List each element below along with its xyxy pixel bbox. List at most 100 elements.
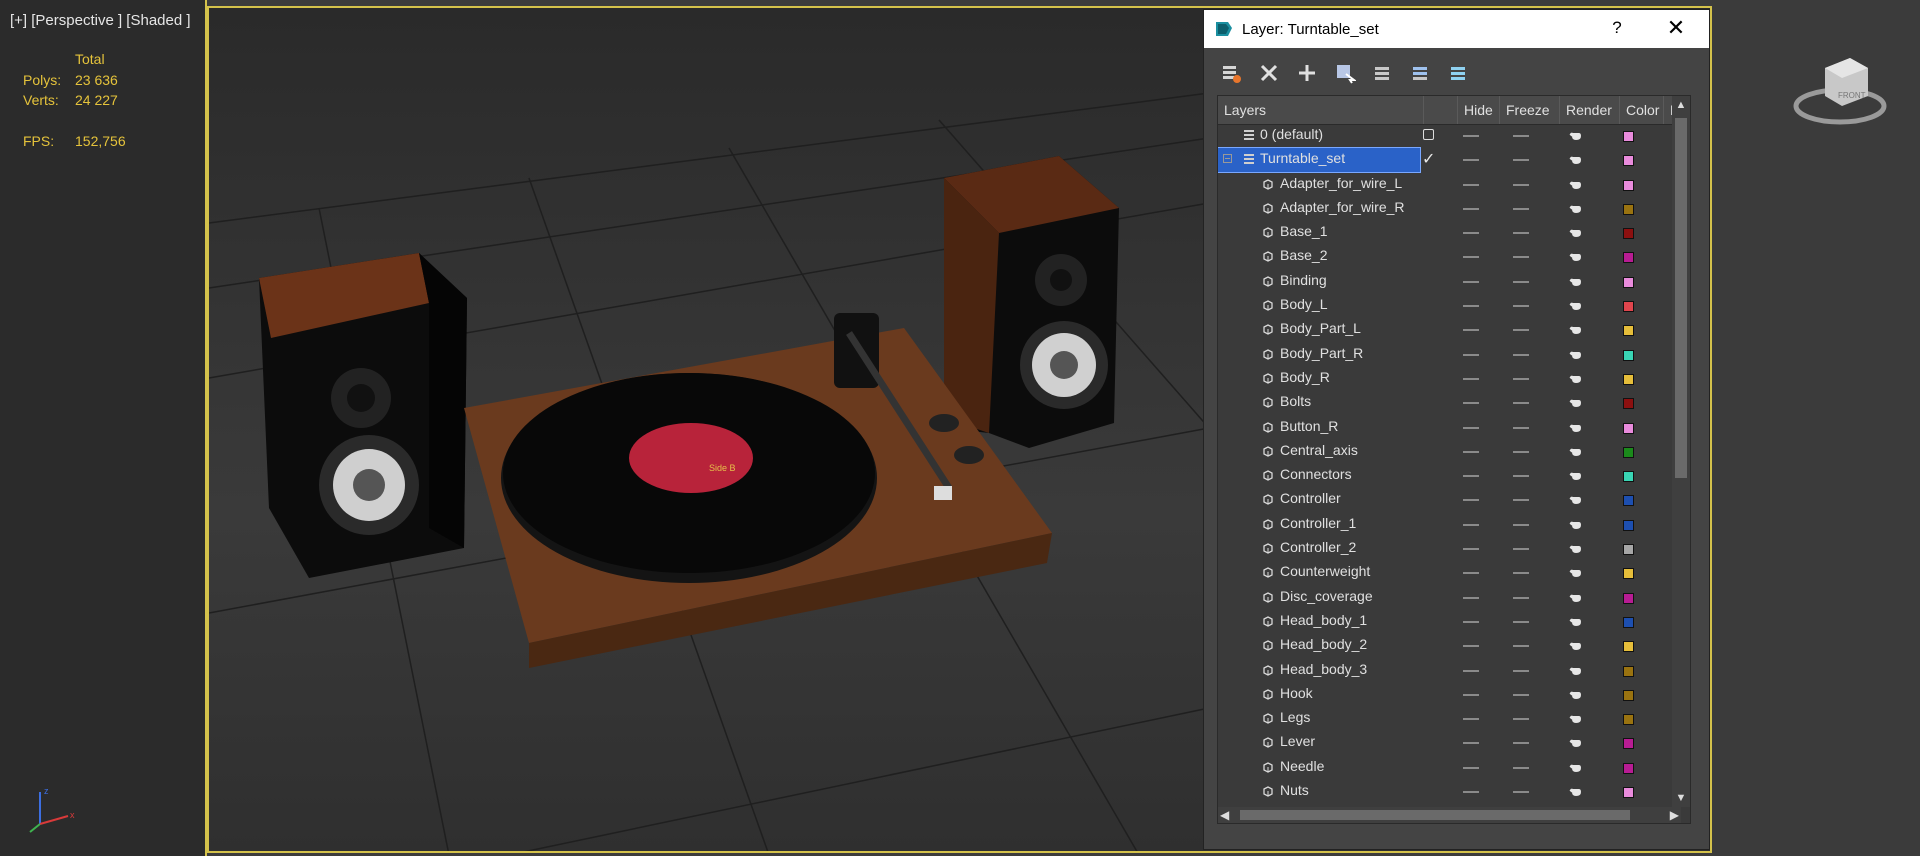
hide-toggle[interactable] bbox=[1463, 620, 1479, 623]
object-row[interactable]: Body_Part_R bbox=[1218, 343, 1681, 367]
freeze-toggle[interactable] bbox=[1513, 426, 1529, 429]
layer-name[interactable]: Body_L bbox=[1280, 296, 1327, 312]
object-row[interactable]: Controller_2 bbox=[1218, 537, 1681, 561]
freeze-toggle[interactable] bbox=[1513, 305, 1529, 308]
layer-color-swatch[interactable] bbox=[1623, 519, 1634, 531]
object-row[interactable]: Head_body_1 bbox=[1218, 610, 1681, 634]
layer-color-swatch[interactable] bbox=[1623, 544, 1634, 556]
layer-name[interactable]: Adapter_for_wire_L bbox=[1280, 175, 1402, 191]
render-teapot-icon[interactable] bbox=[1569, 179, 1583, 190]
horizontal-scrollbar[interactable]: ◀ ▶ bbox=[1218, 807, 1681, 823]
layer-color-swatch[interactable] bbox=[1623, 203, 1634, 215]
layer-color-swatch[interactable] bbox=[1623, 131, 1634, 142]
layer-name[interactable]: Binding bbox=[1280, 272, 1327, 288]
freeze-toggle[interactable] bbox=[1513, 523, 1529, 526]
freeze-toggle[interactable] bbox=[1513, 475, 1529, 478]
column-render[interactable]: Render bbox=[1560, 96, 1620, 124]
hide-toggle[interactable] bbox=[1463, 183, 1479, 186]
left-viewport[interactable]: [+] [Perspective ] [Shaded ] Total Polys… bbox=[0, 0, 207, 856]
hide-toggle[interactable] bbox=[1463, 499, 1479, 502]
column-hide[interactable]: Hide bbox=[1458, 96, 1500, 124]
layer-name[interactable]: Disc_coverage bbox=[1280, 588, 1373, 604]
render-teapot-icon[interactable] bbox=[1569, 130, 1583, 141]
object-row[interactable]: Central_axis bbox=[1218, 440, 1681, 464]
viewcube-icon[interactable]: FRONT bbox=[1790, 48, 1890, 128]
layer-name[interactable]: Head_body_2 bbox=[1280, 636, 1367, 652]
layer-name[interactable]: Controller_2 bbox=[1280, 539, 1356, 555]
layer-color-swatch[interactable] bbox=[1623, 446, 1634, 458]
render-teapot-icon[interactable] bbox=[1569, 543, 1583, 554]
layer-row[interactable]: Turntable_set ✓ bbox=[1218, 147, 1681, 174]
object-row[interactable]: Lever bbox=[1218, 731, 1681, 755]
layer-color-swatch[interactable] bbox=[1623, 471, 1634, 483]
layer-name[interactable]: Body_Part_R bbox=[1280, 345, 1363, 361]
render-teapot-icon[interactable] bbox=[1569, 154, 1583, 165]
freeze-toggle[interactable] bbox=[1513, 183, 1529, 186]
render-teapot-icon[interactable] bbox=[1569, 373, 1583, 384]
layer-name[interactable]: Connectors bbox=[1280, 466, 1352, 482]
layer-color-swatch[interactable] bbox=[1623, 689, 1634, 701]
hide-toggle[interactable] bbox=[1463, 791, 1479, 794]
freeze-all-button[interactable] bbox=[1446, 60, 1472, 86]
object-row[interactable]: Connectors bbox=[1218, 464, 1681, 488]
render-teapot-icon[interactable] bbox=[1569, 227, 1583, 238]
freeze-toggle[interactable] bbox=[1513, 402, 1529, 405]
hide-toggle[interactable] bbox=[1463, 548, 1479, 551]
object-row[interactable]: Adapter_for_wire_R bbox=[1218, 197, 1681, 221]
add-to-layer-button[interactable] bbox=[1294, 60, 1320, 86]
layer-color-swatch[interactable] bbox=[1623, 155, 1634, 167]
layer-color-swatch[interactable] bbox=[1623, 325, 1634, 337]
freeze-toggle[interactable] bbox=[1513, 377, 1529, 380]
render-teapot-icon[interactable] bbox=[1569, 665, 1583, 676]
freeze-toggle[interactable] bbox=[1513, 207, 1529, 210]
hide-toggle[interactable] bbox=[1463, 426, 1479, 429]
layer-color-swatch[interactable] bbox=[1623, 495, 1634, 507]
hide-toggle[interactable] bbox=[1463, 135, 1479, 137]
freeze-toggle[interactable] bbox=[1513, 450, 1529, 453]
current-layer-toggle[interactable] bbox=[1423, 129, 1434, 140]
render-teapot-icon[interactable] bbox=[1569, 786, 1583, 797]
close-button[interactable]: ✕ bbox=[1661, 15, 1691, 41]
layer-name[interactable]: Bolts bbox=[1280, 393, 1311, 409]
hide-toggle[interactable] bbox=[1463, 353, 1479, 356]
hide-toggle[interactable] bbox=[1463, 669, 1479, 672]
render-teapot-icon[interactable] bbox=[1569, 592, 1583, 603]
layer-color-swatch[interactable] bbox=[1623, 665, 1634, 677]
select-objects-button[interactable] bbox=[1332, 60, 1358, 86]
scroll-left-icon[interactable]: ◀ bbox=[1220, 807, 1229, 823]
object-row[interactable]: Button_R bbox=[1218, 416, 1681, 440]
vertical-scroll-thumb[interactable] bbox=[1675, 118, 1687, 478]
freeze-toggle[interactable] bbox=[1513, 693, 1529, 696]
render-teapot-icon[interactable] bbox=[1569, 762, 1583, 773]
object-row[interactable]: Legs bbox=[1218, 707, 1681, 731]
render-teapot-icon[interactable] bbox=[1569, 251, 1583, 262]
render-teapot-icon[interactable] bbox=[1569, 737, 1583, 748]
layer-color-swatch[interactable] bbox=[1623, 228, 1634, 240]
delete-layer-button[interactable] bbox=[1256, 60, 1282, 86]
render-teapot-icon[interactable] bbox=[1569, 713, 1583, 724]
layer-name[interactable]: Head_body_3 bbox=[1280, 661, 1367, 677]
layer-name[interactable]: Hook bbox=[1280, 685, 1313, 701]
render-teapot-icon[interactable] bbox=[1569, 324, 1583, 335]
render-teapot-icon[interactable] bbox=[1569, 640, 1583, 651]
horizontal-scroll-thumb[interactable] bbox=[1240, 810, 1630, 820]
hide-toggle[interactable] bbox=[1463, 596, 1479, 599]
freeze-toggle[interactable] bbox=[1513, 256, 1529, 259]
hide-toggle[interactable] bbox=[1463, 718, 1479, 721]
object-row[interactable]: Controller bbox=[1218, 488, 1681, 512]
scroll-up-icon[interactable]: ▲ bbox=[1675, 96, 1687, 114]
freeze-toggle[interactable] bbox=[1513, 791, 1529, 794]
freeze-toggle[interactable] bbox=[1513, 718, 1529, 721]
right-viewport[interactable] bbox=[1712, 0, 1920, 856]
render-teapot-icon[interactable] bbox=[1569, 300, 1583, 311]
create-layer-button[interactable] bbox=[1218, 60, 1244, 86]
layer-name[interactable]: Central_axis bbox=[1280, 442, 1358, 458]
freeze-toggle[interactable] bbox=[1513, 596, 1529, 599]
layer-color-swatch[interactable] bbox=[1623, 762, 1634, 774]
layer-color-swatch[interactable] bbox=[1623, 787, 1634, 799]
object-row[interactable]: Controller_1 bbox=[1218, 513, 1681, 537]
column-blank[interactable] bbox=[1424, 96, 1458, 124]
layer-color-swatch[interactable] bbox=[1623, 616, 1634, 628]
object-row[interactable]: Bolts bbox=[1218, 391, 1681, 415]
object-row[interactable]: Base_1 bbox=[1218, 221, 1681, 245]
